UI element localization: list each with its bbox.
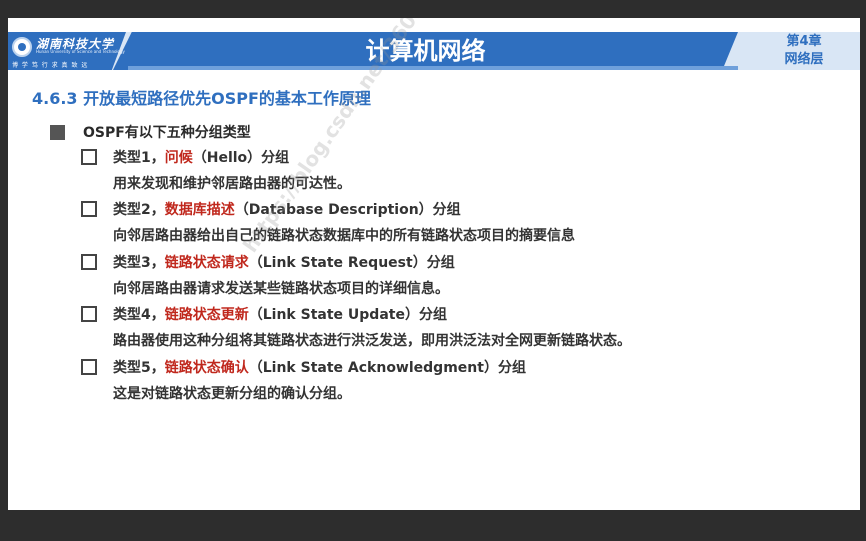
type-description: 路由器使用这种分组将其链路状态进行洪泛发送，即用洪泛法对全网更新链路状态。 bbox=[113, 333, 631, 349]
intro-text: OSPF有以下五种分组类型 bbox=[83, 125, 251, 141]
empty-square-bullet-icon bbox=[81, 306, 97, 322]
type-label: 类型4，链路状态更新（Link State Update）分组 bbox=[113, 307, 447, 323]
list-item: 类型5，链路状态确认（Link State Acknowledgment）分组 … bbox=[81, 357, 526, 403]
chapter-number: 第4章 bbox=[786, 34, 822, 49]
type-description: 向邻居路由器请求发送某些链路状态项目的详细信息。 bbox=[113, 281, 449, 297]
slide: 湖南科技大学 Hunan University of Science and T… bbox=[8, 18, 860, 510]
empty-square-bullet-icon bbox=[81, 359, 97, 375]
empty-square-bullet-icon bbox=[81, 254, 97, 270]
type-keyword: 问候 bbox=[164, 150, 193, 166]
chapter-name: 网络层 bbox=[784, 52, 824, 67]
university-motto: 博 学 笃 行 求 真 致 远 bbox=[12, 62, 89, 69]
type-keyword: 数据库描述 bbox=[164, 202, 235, 218]
list-item: 类型2，数据库描述（Database Description）分组 向邻居路由器… bbox=[81, 199, 575, 245]
chapter-label: 第4章 网络层 bbox=[772, 32, 836, 71]
bottom-bar bbox=[0, 510, 866, 541]
type-keyword: 链路状态更新 bbox=[164, 307, 249, 323]
type-label: 类型1，问候（Hello）分组 bbox=[113, 150, 290, 166]
filled-square-bullet-icon bbox=[50, 124, 65, 140]
type-description: 这是对链路状态更新分组的确认分组。 bbox=[113, 386, 351, 402]
type-keyword: 链路状态确认 bbox=[164, 360, 249, 376]
section-heading: 4.6.3 开放最短路径优先OSPF的基本工作原理 bbox=[32, 89, 371, 108]
university-name-en: Hunan University of Science and Technolo… bbox=[36, 49, 125, 54]
type-description: 用来发现和维护邻居路由器的可达性。 bbox=[113, 176, 351, 192]
type-keyword: 链路状态请求 bbox=[164, 255, 249, 271]
empty-square-bullet-icon bbox=[81, 201, 97, 217]
university-emblem-icon bbox=[12, 37, 32, 57]
type-label: 类型3，链路状态请求（Link State Request）分组 bbox=[113, 255, 455, 271]
type-label: 类型2，数据库描述（Database Description）分组 bbox=[113, 202, 461, 218]
type-label: 类型5，链路状态确认（Link State Acknowledgment）分组 bbox=[113, 360, 526, 376]
slide-title: 计算机网络 bbox=[365, 37, 486, 65]
bullet-level1: OSPF有以下五种分组类型 bbox=[50, 122, 251, 142]
type-description: 向邻居路由器给出自己的链路状态数据库中的所有链路状态项目的摘要信息 bbox=[113, 228, 575, 244]
list-item: 类型1，问候（Hello）分组 用来发现和维护邻居路由器的可达性。 bbox=[81, 147, 351, 193]
empty-square-bullet-icon bbox=[81, 149, 97, 165]
list-item: 类型3，链路状态请求（Link State Request）分组 向邻居路由器请… bbox=[81, 252, 455, 298]
list-item: 类型4，链路状态更新（Link State Update）分组 路由器使用这种分… bbox=[81, 304, 631, 350]
